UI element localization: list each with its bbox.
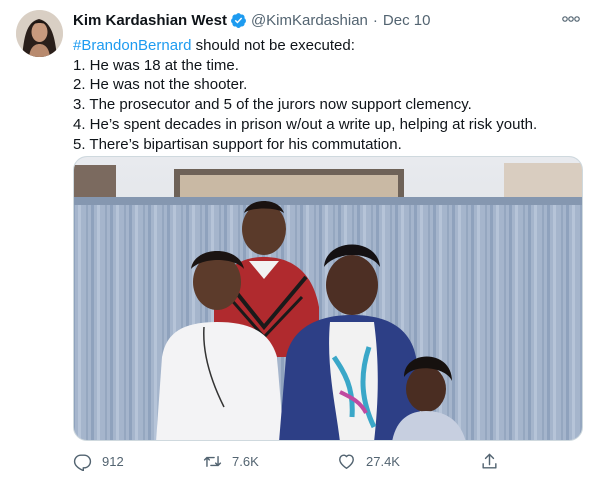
header-separator: · xyxy=(372,11,378,29)
reply-button[interactable]: 912 xyxy=(73,448,124,474)
like-count: 27.4K xyxy=(366,453,400,469)
reply-icon xyxy=(73,453,92,471)
tweet-photo[interactable] xyxy=(73,156,583,441)
like-icon xyxy=(339,453,354,469)
more-options-icon[interactable] xyxy=(558,10,584,28)
verified-badge-icon xyxy=(230,12,247,29)
tweet-actions: 912 7.6K 27.4K xyxy=(73,448,583,474)
share-icon xyxy=(482,453,497,469)
author-name[interactable]: Kim Kardashian West xyxy=(73,12,227,29)
retweet-count: 7.6K xyxy=(232,453,259,469)
tweet-header: Kim Kardashian West @KimKardashian · Dec… xyxy=(73,10,430,30)
tweet-line-2: 1. He was 18 at the time. xyxy=(73,56,239,74)
retweet-button[interactable]: 7.6K xyxy=(203,448,259,474)
author-handle[interactable]: @KimKardashian xyxy=(251,12,368,29)
like-button[interactable]: 27.4K xyxy=(337,448,400,474)
hashtag-link[interactable]: #BrandonBernard xyxy=(73,37,191,54)
tweet-text: #BrandonBernard should not be executed: … xyxy=(73,36,583,154)
tweet-line-1: #BrandonBernard should not be executed: xyxy=(73,36,583,56)
tweet-line-4: 3. The prosecutor and 5 of the jurors no… xyxy=(73,96,472,114)
tweet-line-text: should not be executed: xyxy=(191,37,355,54)
tweet-line-3: 2. He was not the shooter. xyxy=(73,76,248,94)
avatar-image xyxy=(16,10,63,57)
family-photo-image xyxy=(74,157,582,440)
tweet-line-6: 5. There’s bipartisan support for his co… xyxy=(73,135,402,153)
share-button[interactable] xyxy=(480,448,509,474)
tweet-date[interactable]: Dec 10 xyxy=(383,12,431,29)
tweet[interactable]: Kim Kardashian West @KimKardashian · Dec… xyxy=(0,0,596,481)
retweet-icon xyxy=(203,455,222,467)
avatar[interactable] xyxy=(16,10,63,57)
reply-count: 912 xyxy=(102,453,124,469)
tweet-line-5: 4. He’s spent decades in prison w/out a … xyxy=(73,115,538,133)
